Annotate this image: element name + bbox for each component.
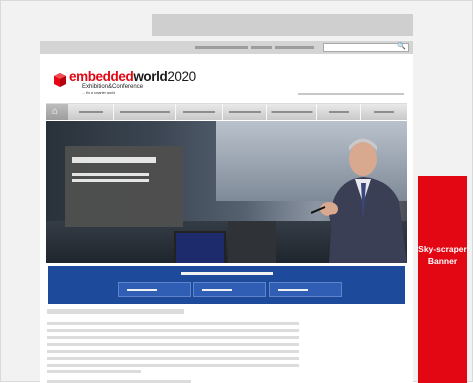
nav-item[interactable] [223,104,267,120]
hero-speaker [311,138,407,263]
utility-link[interactable] [195,46,248,49]
utility-bar: 🔍 [40,41,413,54]
blue-banner-button[interactable] [118,282,191,297]
content-text-line [47,336,299,339]
search-icon[interactable]: 🔍 [397,42,406,51]
logo-tagline: ... it's a smarter world [82,91,116,95]
blue-info-banner [48,266,405,304]
header-placeholder-line [298,93,404,95]
hero-text-placeholder [72,179,149,182]
nav-item[interactable] [176,104,223,120]
content-text-line [47,343,299,346]
logo-wordmark[interactable]: embeddedworld2020 [69,69,196,85]
hero-lectern [228,221,276,263]
website-page: 🔍 embeddedworld2020 Exhibition&Conferenc… [40,41,413,383]
nav-home-button[interactable]: ⌂ [46,104,68,120]
nav-item[interactable] [317,104,361,120]
search-input[interactable]: 🔍 [323,43,409,52]
logo-subtitle: Exhibition&Conference [82,84,144,90]
blue-banner-button[interactable] [193,282,266,297]
logo-brand-year: 2020 [167,69,196,84]
content-text-line [47,364,299,367]
utility-link[interactable] [275,46,314,49]
skyscraper-banner-ad[interactable]: Sky-scraper Banner [418,176,467,383]
main-navigation: ⌂ [46,103,407,120]
logo-cube-icon [54,73,66,87]
content-heading-placeholder [47,309,184,314]
home-icon: ⌂ [52,106,59,117]
logo-brand-red: embedded [69,69,134,84]
utility-link[interactable] [251,46,272,49]
nav-item[interactable] [68,104,114,120]
skyscraper-banner-label: Sky-scraper Banner [418,244,467,266]
hero-headline-placeholder [72,157,156,163]
content-text-line [47,370,141,373]
hero-laptop [174,231,226,263]
hero-text-placeholder [72,173,149,176]
content-text-line [47,322,299,325]
logo-brand-dark: world [133,69,168,84]
content-text-line [47,357,299,360]
content-text-line [47,350,299,353]
hero-image [46,121,407,263]
content-text-line [47,329,299,332]
nav-item[interactable] [361,104,407,120]
top-banner-ad-placeholder[interactable] [152,14,413,36]
wireframe-frame: 🔍 embeddedworld2020 Exhibition&Conferenc… [0,0,473,383]
hero-text-overlay [65,146,183,227]
nav-item[interactable] [114,104,176,120]
blue-banner-title-placeholder [181,272,273,275]
nav-item[interactable] [267,104,317,120]
blue-banner-button[interactable] [269,282,342,297]
